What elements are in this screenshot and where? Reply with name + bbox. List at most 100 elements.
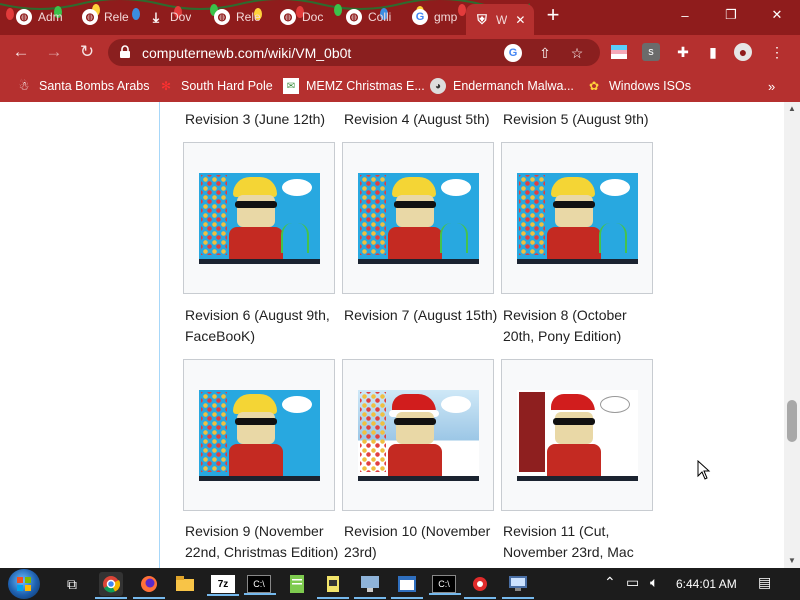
bookmark-star-icon[interactable]: ☆ (568, 44, 586, 62)
page-content: Revision 3 (June 12th) Revision 4 (Augus… (0, 102, 784, 568)
globe-icon: ◍ (280, 9, 296, 25)
lock-icon (120, 45, 130, 58)
tab-label: Colli (368, 10, 392, 24)
tab-label: Adm (38, 10, 63, 24)
address-bar[interactable]: computernewb.com/wiki/VM_0b0t G ⇧ ☆ (108, 39, 600, 66)
tab-label: Rele (104, 10, 129, 24)
gallery-caption-revision-6: Revision 6 (August 9th, FaceBooK) (185, 307, 330, 344)
gallery-caption-revision-9: Revision 9 (November 22nd, Christmas Edi… (185, 523, 339, 560)
chrome-icon[interactable] (95, 572, 127, 599)
red-app-icon[interactable] (464, 572, 496, 599)
taskbar-clock[interactable]: 6:44:01 AM (676, 577, 737, 591)
reload-button[interactable]: ↻ (74, 39, 100, 65)
windows-iso-icon: ✿ (588, 79, 600, 93)
scroll-up-arrow-icon[interactable]: ▲ (784, 102, 800, 116)
tab-gmp[interactable]: G gmp (404, 3, 464, 31)
bookmark-windows-isos[interactable]: ✿ Windows ISOs (586, 75, 691, 97)
file-explorer-icon[interactable] (173, 572, 197, 596)
gallery-thumbnail-revision-9[interactable] (183, 359, 335, 511)
extension-s-icon[interactable]: s (642, 43, 660, 61)
tab-adm[interactable]: ◍ Adm (8, 3, 74, 31)
task-view-icon[interactable]: ⧉ (60, 572, 84, 596)
share-icon[interactable]: ⇧ (536, 44, 554, 62)
tab-strip: ◍ Adm ◍ Rele ⤓ Dov ◍ Rele ◍ Doc ◍ Colli … (0, 0, 800, 35)
bookmark-label: Endermanch Malwa... (453, 79, 574, 93)
app-icon[interactable] (317, 572, 349, 599)
bookmark-label: MEMZ Christmas E... (306, 79, 425, 93)
tab-rele[interactable]: ◍ Rele (74, 3, 140, 31)
shield-icon: ⛨ (477, 11, 487, 27)
minimize-button[interactable]: – (662, 0, 708, 30)
gallery-caption-revision-7: Revision 7 (August 15th) (344, 307, 498, 323)
bookmark-label: South Hard Pole (181, 79, 273, 93)
gallery-caption: Revision 5 (August 9th) (503, 111, 649, 127)
gallery-thumbnail-revision-10[interactable] (342, 359, 494, 511)
cmd-icon[interactable]: C:\ (244, 575, 276, 595)
extensions-puzzle-icon[interactable]: ✚ (674, 43, 692, 61)
browser-toolbar: ← → ↻ computernewb.com/wiki/VM_0b0t G ⇧ … (0, 35, 800, 70)
new-tab-button[interactable]: + (542, 4, 564, 27)
remote-desktop-icon[interactable] (354, 572, 386, 599)
snowflake-icon: ✻ (160, 79, 172, 93)
monitor-icon[interactable] (502, 572, 534, 599)
content-border (159, 102, 160, 568)
7zip-icon[interactable]: 7z (207, 575, 239, 596)
tab-label: W (496, 12, 508, 27)
gallery-thumbnail-revision-8[interactable] (501, 142, 653, 294)
url-text: computernewb.com/wiki/VM_0b0t (142, 45, 352, 61)
gallery-thumbnail-revision-11[interactable] (501, 359, 653, 511)
gallery-caption-revision-8: Revision 8 (October 20th, Pony Edition) (503, 307, 627, 344)
tab-label: gmp (434, 10, 458, 24)
gallery-thumbnail-revision-7[interactable] (342, 142, 494, 294)
bookmarks-overflow-button[interactable]: » (768, 79, 775, 94)
tray-overflow-icon[interactable]: ⌃ (604, 574, 616, 591)
gallery-thumbnail-revision-6[interactable] (183, 142, 335, 294)
screenshot-image (358, 390, 479, 481)
screenshot-image (199, 173, 320, 264)
tab-download[interactable]: ⤓ Dov (140, 3, 206, 31)
bookmarks-bar: ☃ Santa Bombs Arabs ✻ South Hard Pole ✉ … (0, 70, 800, 102)
screenshot-image (358, 173, 479, 264)
profile-avatar-icon[interactable]: ● (734, 43, 752, 61)
network-icon[interactable]: ▭ (626, 574, 639, 591)
extension-flag-icon[interactable] (610, 43, 628, 61)
tab-label: Doc (302, 10, 324, 24)
close-button[interactable]: ✕ (754, 0, 800, 30)
bookmark-santa-bombs-arabs[interactable]: ☃ Santa Bombs Arabs (16, 75, 150, 97)
vertical-scrollbar[interactable]: ▲ ▼ (784, 102, 800, 568)
tab-active[interactable]: ⛨ W ✕ (466, 4, 534, 35)
globe-icon: ◍ (214, 9, 230, 25)
volume-icon[interactable]: 🔈︎ (650, 574, 658, 591)
restore-button[interactable]: ❐ (708, 0, 754, 30)
tab-rele-2[interactable]: ◍ Rele (206, 3, 272, 31)
bookmark-endermanch-malware[interactable]: ◕ Endermanch Malwa... (430, 75, 574, 97)
chrome-menu-icon[interactable]: ⋮ (768, 43, 786, 61)
windows-taskbar: ⧉ 7z C:\ C:\ ⌃ ▭ 🔈︎ 6:44:01 AM ▤ (0, 568, 800, 600)
back-button[interactable]: ← (8, 39, 34, 65)
screenshot-image (517, 390, 638, 481)
scrollbar-thumb[interactable] (787, 400, 797, 442)
wolf-icon: ◕ (430, 78, 446, 94)
close-tab-icon[interactable]: ✕ (515, 13, 525, 27)
side-panel-icon[interactable]: ▮ (704, 43, 722, 61)
scroll-down-arrow-icon[interactable]: ▼ (784, 554, 800, 568)
screenshot-image (199, 390, 320, 481)
action-center-icon[interactable]: ▤ (758, 574, 771, 591)
google-translate-icon[interactable]: G (504, 44, 522, 62)
globe-icon: ◍ (82, 9, 98, 25)
cmd-icon[interactable]: C:\ (429, 575, 461, 595)
start-button[interactable] (8, 569, 40, 599)
mouse-cursor-icon (697, 460, 711, 480)
globe-icon: ◍ (16, 9, 32, 25)
santa-icon: ☃ (18, 79, 30, 93)
tab-doc[interactable]: ◍ Doc (272, 3, 338, 31)
bookmark-memz-christmas[interactable]: ✉ MEMZ Christmas E... (283, 75, 425, 97)
tab-colli[interactable]: ◍ Colli (338, 3, 404, 31)
notepad-icon[interactable] (285, 572, 309, 596)
tab-label: Dov (170, 10, 192, 24)
firefox-icon[interactable] (133, 572, 165, 599)
tab-label: Rele (236, 10, 261, 24)
bookmark-south-hard-pole[interactable]: ✻ South Hard Pole (158, 75, 273, 97)
forward-button[interactable]: → (41, 39, 67, 65)
window-icon[interactable] (391, 572, 423, 599)
